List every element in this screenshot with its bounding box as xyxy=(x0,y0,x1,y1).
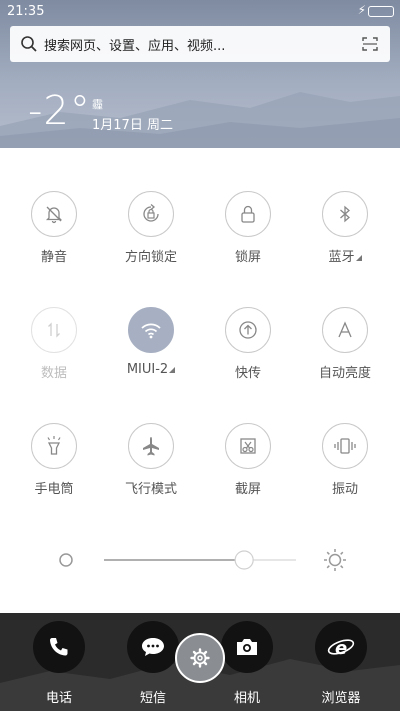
search-bar[interactable]: 搜索网页、设置、应用、视频... xyxy=(10,26,390,62)
toggle-quick-share[interactable]: 快传 xyxy=(200,307,296,381)
weather-temperature[interactable]: -2° xyxy=(28,88,91,134)
toggle-rotation-lock-label: 方向锁定 xyxy=(124,250,177,265)
brightness-high-icon xyxy=(324,549,346,571)
toggle-mobile-data[interactable]: 数据 xyxy=(6,307,102,381)
toggle-auto-brightness[interactable]: 自动亮度 xyxy=(297,307,393,381)
toggle-wifi-label: MIUI-2 xyxy=(103,362,199,377)
brightness-slider[interactable] xyxy=(0,540,400,580)
bell-off-icon xyxy=(31,191,77,237)
status-bar: 21:35 ⚡ xyxy=(0,0,400,22)
toggle-screenshot-label: 截屏 xyxy=(234,482,261,497)
lock-icon xyxy=(225,191,271,237)
toggle-vibrate[interactable]: 振动 xyxy=(297,423,393,497)
dock-app-messages-label: 短信 xyxy=(139,691,166,706)
search-input[interactable]: 搜索网页、设置、应用、视频... xyxy=(44,35,225,54)
auto-brightness-icon xyxy=(322,307,368,353)
scan-icon[interactable] xyxy=(362,37,378,51)
brightness-low-icon xyxy=(59,553,73,567)
svg-text:e: e xyxy=(335,638,347,659)
chevron-down-icon[interactable] xyxy=(169,367,176,373)
toggle-bluetooth-text: 蓝牙 xyxy=(328,250,355,265)
flashlight-icon xyxy=(31,423,77,469)
toggle-screenshot[interactable]: 截屏 xyxy=(200,423,296,497)
dock-app-phone[interactable]: 电话 xyxy=(19,621,99,706)
gear-icon xyxy=(190,648,210,668)
dock-app-browser[interactable]: e 浏览器 xyxy=(301,621,381,706)
data-icon xyxy=(31,307,77,353)
vibrate-icon xyxy=(322,423,368,469)
quick-share-icon xyxy=(225,307,271,353)
toggle-flashlight[interactable]: 手电筒 xyxy=(6,423,102,497)
toggle-bluetooth-label: 蓝牙 xyxy=(297,246,393,265)
toggle-airplane-label: 飞行模式 xyxy=(124,482,177,497)
dock-app-camera-label: 相机 xyxy=(233,691,260,706)
camera-icon xyxy=(221,621,273,673)
dock-app-browser-label: 浏览器 xyxy=(321,691,361,706)
airplane-icon xyxy=(128,423,174,469)
toggle-auto-brightness-label: 自动亮度 xyxy=(318,366,371,381)
phone-icon xyxy=(33,621,85,673)
chevron-down-icon[interactable] xyxy=(355,255,362,261)
toggle-lock-screen[interactable]: 锁屏 xyxy=(200,191,296,265)
brightness-knob[interactable] xyxy=(234,550,254,570)
weather-condition: 霾 xyxy=(92,98,103,111)
toggle-vibrate-label: 振动 xyxy=(331,482,358,497)
toggle-airplane[interactable]: 飞行模式 xyxy=(103,423,199,497)
toggle-lock-screen-label: 锁屏 xyxy=(234,250,261,265)
toggle-silent[interactable]: 静音 xyxy=(6,191,102,265)
rotation-lock-icon xyxy=(128,191,174,237)
toggle-wifi[interactable]: MIUI-2 xyxy=(103,307,199,377)
toggle-quick-share-label: 快传 xyxy=(234,366,261,381)
browser-icon: e xyxy=(315,621,367,673)
toggle-mobile-data-label: 数据 xyxy=(40,366,67,381)
wifi-icon xyxy=(128,307,174,353)
toggle-wifi-text: MIUI-2 xyxy=(126,362,169,377)
bluetooth-icon xyxy=(322,191,368,237)
message-icon xyxy=(127,621,179,673)
search-icon xyxy=(21,36,37,52)
battery-icon xyxy=(368,6,394,17)
toggle-bluetooth[interactable]: 蓝牙 xyxy=(297,191,393,265)
screenshot-icon xyxy=(225,423,271,469)
status-time: 21:35 xyxy=(7,4,45,19)
dock-app-phone-label: 电话 xyxy=(45,691,72,706)
toggle-silent-label: 静音 xyxy=(40,250,67,265)
toggle-flashlight-label: 手电筒 xyxy=(34,482,74,497)
toggle-rotation-lock[interactable]: 方向锁定 xyxy=(103,191,199,265)
bolt-icon: ⚡ xyxy=(357,3,366,17)
weather-date: 1月17日 周二 xyxy=(92,118,173,133)
settings-button[interactable] xyxy=(175,633,225,683)
